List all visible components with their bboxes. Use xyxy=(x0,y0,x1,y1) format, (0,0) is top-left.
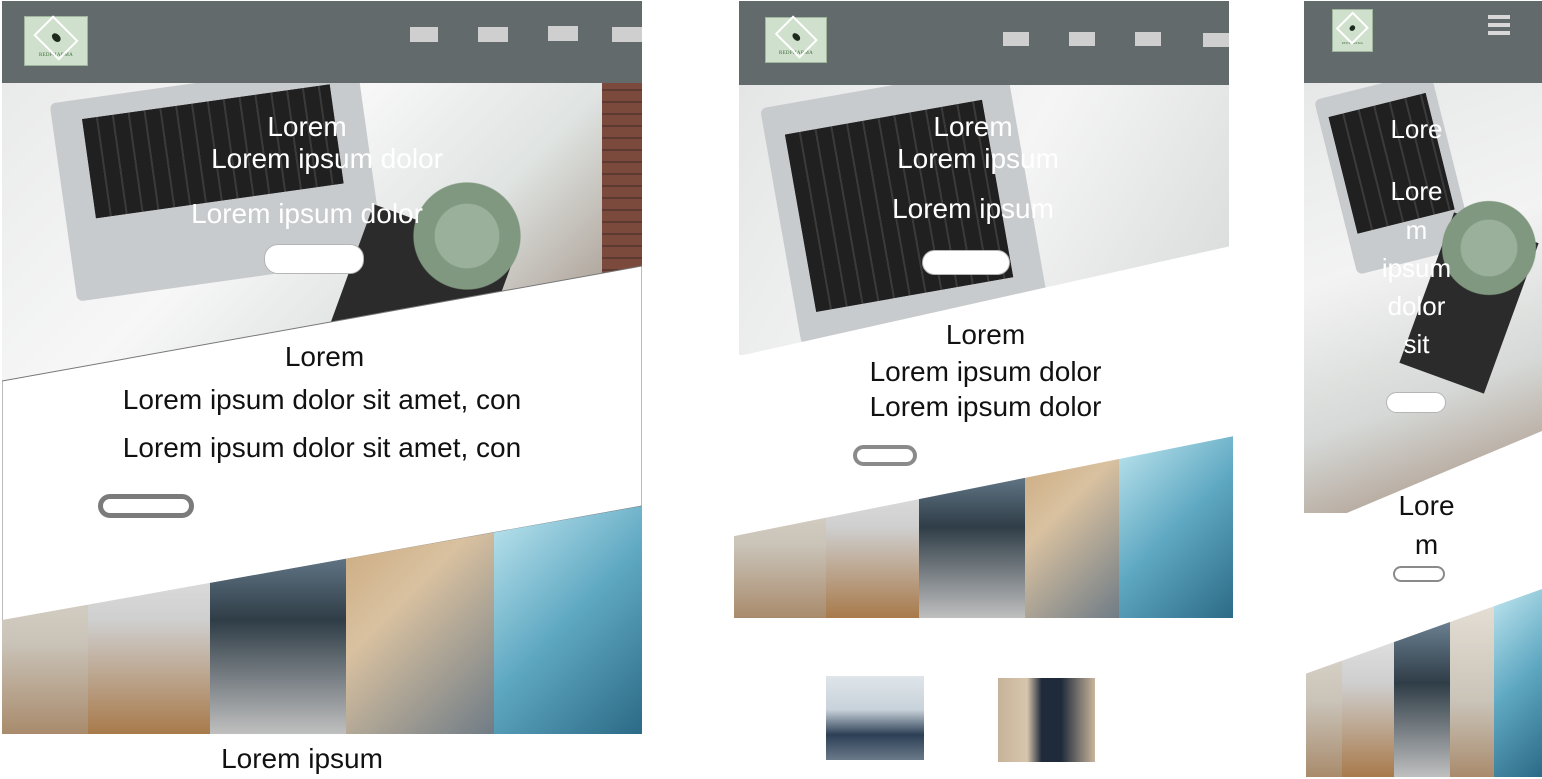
logo[interactable]: REDPHARMA xyxy=(1332,9,1373,52)
tablet-photo-collage xyxy=(734,436,1233,618)
footer-title: Lorem ipsum xyxy=(221,743,383,774)
hero-word-4: dolor xyxy=(1387,291,1446,321)
section-line-1: Lorem ipsum dolor xyxy=(869,356,1102,387)
nav-item-2[interactable] xyxy=(1069,32,1095,46)
hero-word-3: ipsum xyxy=(1381,253,1452,283)
tablet-frame: REDPHARMA Lorem Lorem ipsum Lorem ipsum … xyxy=(733,1,1233,779)
hamburger-menu-icon[interactable] xyxy=(1488,15,1510,39)
tech-photo xyxy=(494,506,642,734)
hero-title: Lorem xyxy=(933,111,1013,142)
hero-title: Lore xyxy=(1390,114,1443,144)
desktop-header: REDPHARMA xyxy=(2,1,642,83)
section-title: Lorem xyxy=(945,319,1026,350)
section-button[interactable] xyxy=(1393,566,1445,582)
hero-word-5: sit xyxy=(1403,329,1430,359)
section-line-2: Lorem ipsum dolor xyxy=(869,391,1102,422)
businessman-photo xyxy=(998,678,1095,762)
section-line-1: Lorem ipsum dolor sit amet, con xyxy=(122,384,522,415)
section-title: Lorem xyxy=(284,341,365,372)
nav-item-3[interactable] xyxy=(1135,32,1161,46)
nav-item-1[interactable] xyxy=(410,27,438,42)
logo-icon xyxy=(1336,11,1369,44)
section-button[interactable] xyxy=(853,445,917,466)
section-button[interactable] xyxy=(98,494,194,518)
mobile-header: REDPHARMA xyxy=(1304,1,1542,83)
nav-item-1[interactable] xyxy=(1003,32,1029,46)
nav-item-4[interactable] xyxy=(1203,33,1229,47)
logo[interactable]: REDPHARMA xyxy=(24,14,88,66)
hero-subtitle-2: Lorem ipsum xyxy=(892,193,1054,224)
building-photo xyxy=(919,436,1025,618)
nav-item-3[interactable] xyxy=(548,26,578,41)
hero-cta-button[interactable] xyxy=(1386,392,1446,413)
section-line-2: m xyxy=(1414,529,1439,560)
meeting-photo xyxy=(826,676,924,760)
hero-subtitle-1: Lorem ipsum xyxy=(897,143,1059,174)
pharmacy-photo xyxy=(734,436,826,618)
section-line-1: Lore xyxy=(1398,490,1455,521)
nav-item-2[interactable] xyxy=(478,27,508,42)
tech-photo xyxy=(1494,589,1542,777)
desktop-frame: REDPHARMA Lorem Lorem ipsum dolor Lorem … xyxy=(2,1,642,779)
hero-title: Lorem xyxy=(267,111,347,142)
section-line-2: Lorem ipsum dolor sit amet, con xyxy=(122,432,522,463)
tech-photo xyxy=(1119,436,1233,618)
logo[interactable]: REDPHARMA xyxy=(765,15,827,63)
tablet-header: REDPHARMA xyxy=(739,1,1229,85)
hero-subtitle-2: Lorem ipsum dolor xyxy=(191,198,423,229)
mobile-frame: REDPHARMA Lore Lore m ipsum dolor sit Lo… xyxy=(1304,1,1542,779)
hero-subtitle-1: Lorem ipsum dolor xyxy=(211,143,443,174)
hero-word-2: m xyxy=(1405,215,1428,245)
hero-word-1: Lore xyxy=(1390,176,1443,206)
nav-item-4[interactable] xyxy=(612,27,642,42)
desk-photo xyxy=(1025,436,1119,618)
